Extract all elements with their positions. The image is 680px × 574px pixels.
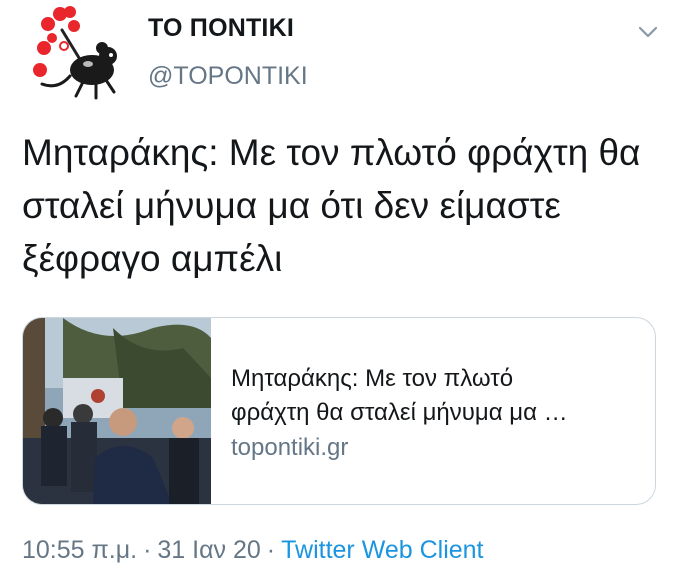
card-domain: topontiki.gr bbox=[231, 434, 349, 461]
tweet-date[interactable]: 31 Ιαν 20 bbox=[157, 536, 260, 564]
card-title-line: Μηταράκης: Με τον πλωτό bbox=[231, 365, 514, 392]
tweet-source-link[interactable]: Twitter Web Client bbox=[281, 536, 483, 564]
card-thumbnail bbox=[23, 318, 211, 504]
link-card[interactable]: Μηταράκης: Με τον πλωτό φράχτη θα σταλεί… bbox=[22, 317, 656, 505]
mouse-pinwheel-logo-icon bbox=[33, 6, 117, 100]
chevron-down-icon bbox=[638, 26, 658, 38]
card-title-line: φράχτη θα σταλεί μήνυμα μα … bbox=[231, 399, 568, 426]
tweet-time[interactable]: 10:55 π.μ. bbox=[22, 536, 137, 564]
meta-separator: · bbox=[266, 536, 276, 564]
account-handle[interactable]: @TOPONTIKI bbox=[148, 62, 308, 91]
meta-separator: · bbox=[143, 536, 152, 564]
card-title: Μηταράκης: Με τον πλωτό φράχτη θα σταλεί… bbox=[231, 362, 641, 430]
tweet-menu-button[interactable] bbox=[634, 22, 662, 42]
tweet-text: Μηταράκης: Με τον πλωτό φράχτη θα σταλεί… bbox=[22, 132, 641, 279]
tweet-meta: 10:55 π.μ. · 31 Ιαν 20 · Twitter Web Client bbox=[22, 536, 484, 565]
account-name[interactable]: ΤΟ ΠΟΝΤΙΚΙ bbox=[148, 14, 294, 43]
avatar[interactable] bbox=[22, 4, 126, 104]
